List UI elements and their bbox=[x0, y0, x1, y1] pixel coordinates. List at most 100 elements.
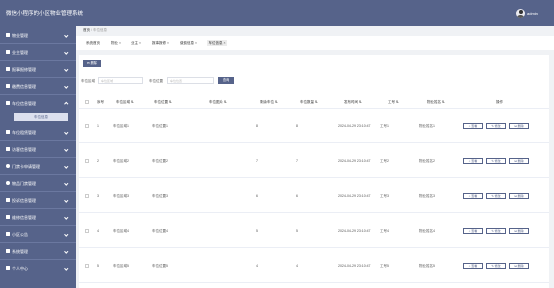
row-delete-button[interactable]: ⊟ 删除 bbox=[509, 193, 529, 199]
row-checkbox[interactable] bbox=[85, 264, 89, 268]
cell-position: 车位位置1 bbox=[152, 124, 168, 128]
parking-image bbox=[196, 179, 224, 205]
row-delete-button[interactable]: ⊟ 删除 bbox=[509, 123, 529, 129]
cell-total: 6 bbox=[296, 194, 298, 198]
tab-payment[interactable]: 缴费信息× bbox=[180, 40, 197, 46]
row-delete-button[interactable]: ⊟ 删除 bbox=[509, 158, 529, 164]
sidebar-item-parking[interactable]: 车位信息管理 bbox=[0, 98, 76, 108]
cell-name: 物业姓名3 bbox=[419, 194, 435, 198]
sidebar-item-profile[interactable]: 个人中心 bbox=[0, 263, 76, 273]
col-no: 序号 bbox=[97, 100, 104, 104]
view-button[interactable]: ⌕ 查看 bbox=[463, 228, 483, 234]
close-icon[interactable]: × bbox=[167, 41, 169, 45]
sidebar-item-system[interactable]: 系统管理 bbox=[0, 246, 76, 256]
chevron-down-icon bbox=[63, 32, 68, 37]
chevron-down-icon bbox=[63, 231, 68, 236]
edit-button[interactable]: ✎ 修改 bbox=[486, 193, 506, 199]
grid-icon bbox=[6, 84, 10, 88]
view-button[interactable]: ⌕ 查看 bbox=[463, 193, 483, 199]
table-row: 3 车位区域3 车位位置3 6 6 2024-04-29 23:10:47 工号… bbox=[79, 179, 549, 213]
tab-repair[interactable]: 报事报修× bbox=[152, 40, 169, 46]
avatar[interactable] bbox=[516, 9, 525, 18]
edit-button[interactable]: ✎ 修改 bbox=[486, 158, 506, 164]
row-delete-button[interactable]: ⊟ 删除 bbox=[509, 263, 529, 269]
cell-area: 车位区域1 bbox=[113, 124, 129, 128]
cell-job: 工号2 bbox=[380, 159, 389, 163]
sidebar-item-payment[interactable]: 缴费信息管理 bbox=[0, 81, 76, 91]
sidebar-item-complaint[interactable]: 投诉信息管理 bbox=[0, 195, 76, 205]
close-icon[interactable]: × bbox=[224, 41, 226, 45]
tab-property[interactable]: 物业× bbox=[111, 40, 121, 46]
select-all-checkbox[interactable] bbox=[85, 100, 89, 104]
sidebar-item-item-access[interactable]: 物品门禁管理 bbox=[0, 178, 76, 188]
cell-position: 车位位置2 bbox=[152, 159, 168, 163]
cell-job: 工号3 bbox=[380, 194, 389, 198]
col-image[interactable]: 车位图片 ⇅ bbox=[209, 100, 227, 105]
pin-icon bbox=[6, 181, 10, 185]
col-remain[interactable]: 剩余车位 ⇅ bbox=[260, 100, 278, 105]
cell-time: 2024-04-29 23:10:47 bbox=[338, 124, 371, 128]
close-icon[interactable]: × bbox=[139, 41, 141, 45]
person-icon bbox=[6, 198, 10, 202]
grid-icon bbox=[6, 266, 10, 270]
chevron-down-icon bbox=[63, 66, 68, 71]
sidebar-item-access-card[interactable]: 门禁卡申请管理 bbox=[0, 161, 76, 171]
sidebar-item-owner[interactable]: 业主管理 bbox=[0, 47, 76, 57]
breadcrumb-home[interactable]: 首页 bbox=[83, 28, 90, 32]
tab-home[interactable]: 系统首页 bbox=[86, 40, 100, 46]
close-icon[interactable]: × bbox=[195, 41, 197, 45]
username[interactable]: admin bbox=[527, 11, 538, 16]
tab-parking-info[interactable]: 车位信息× bbox=[207, 40, 228, 46]
sidebar-item-notice[interactable]: 小区公告 bbox=[0, 229, 76, 239]
cell-no: 5 bbox=[97, 264, 99, 268]
view-button[interactable]: ⌕ 查看 bbox=[463, 123, 483, 129]
cell-remain: 8 bbox=[256, 124, 258, 128]
edit-button[interactable]: ✎ 修改 bbox=[486, 263, 506, 269]
edit-icon: ✎ bbox=[491, 229, 494, 233]
view-button[interactable]: ⌕ 查看 bbox=[463, 263, 483, 269]
parking-image bbox=[196, 144, 224, 170]
sidebar-subitem-parking-info[interactable]: 车位信息 bbox=[14, 113, 68, 121]
trash-icon: ⊟ bbox=[514, 264, 517, 268]
cell-time: 2024-04-29 23:10:47 bbox=[338, 159, 371, 163]
col-area[interactable]: 车位区域 ⇅ bbox=[116, 100, 134, 105]
col-time[interactable]: 发布时间 ⇅ bbox=[344, 100, 362, 105]
row-checkbox[interactable] bbox=[85, 124, 89, 128]
view-button[interactable]: ⌕ 查看 bbox=[463, 158, 483, 164]
tab-bar: 系统首页 物业× 业主× 报事报修× 缴费信息× 车位信息× bbox=[76, 36, 554, 50]
cell-remain: 7 bbox=[256, 159, 258, 163]
sidebar: 物业管理 业主管理 报事报修管理 缴费信息管理 车位信息管理 车位信息 车位租赁… bbox=[0, 26, 76, 288]
search-area-input[interactable]: 车位区域 bbox=[98, 77, 143, 84]
query-button[interactable]: 查询 bbox=[218, 77, 234, 84]
grid-icon bbox=[6, 130, 10, 134]
edit-button[interactable]: ✎ 修改 bbox=[486, 123, 506, 129]
row-checkbox[interactable] bbox=[85, 194, 89, 198]
close-icon[interactable]: × bbox=[119, 41, 121, 45]
col-job[interactable]: 工号 ⇅ bbox=[388, 100, 399, 105]
trash-icon: ⊟ bbox=[514, 194, 517, 198]
sidebar-item-repair[interactable]: 报事报修管理 bbox=[0, 64, 76, 74]
delete-button[interactable]: ⊟ 删除 bbox=[83, 60, 101, 67]
col-name[interactable]: 物业姓名 ⇅ bbox=[427, 100, 445, 105]
tab-owner[interactable]: 业主× bbox=[131, 40, 141, 46]
cell-time: 2024-04-29 23:10:47 bbox=[338, 264, 371, 268]
edit-button[interactable]: ✎ 修改 bbox=[486, 228, 506, 234]
sidebar-item-property[interactable]: 物业管理 bbox=[0, 30, 76, 40]
col-total[interactable]: 车位数量 ⇅ bbox=[300, 100, 318, 105]
edit-icon: ✎ bbox=[491, 124, 494, 128]
cell-area: 车位区域2 bbox=[113, 159, 129, 163]
sidebar-footer bbox=[0, 279, 76, 288]
cell-position: 车位位置3 bbox=[152, 194, 168, 198]
row-checkbox[interactable] bbox=[85, 229, 89, 233]
col-position[interactable]: 车位位置 ⇅ bbox=[154, 100, 172, 105]
cell-no: 4 bbox=[97, 229, 99, 233]
search-position-input[interactable]: 车位位置 bbox=[167, 77, 214, 84]
row-delete-button[interactable]: ⊟ 删除 bbox=[509, 228, 529, 234]
map-pin-icon bbox=[6, 164, 10, 168]
cell-name: 物业姓名2 bbox=[419, 159, 435, 163]
sidebar-item-visitor[interactable]: 访客信息管理 bbox=[0, 144, 76, 154]
trash-icon: ⊟ bbox=[514, 229, 517, 233]
sidebar-item-parking-rent[interactable]: 车位租赁管理 bbox=[0, 127, 76, 137]
row-checkbox[interactable] bbox=[85, 159, 89, 163]
sidebar-item-maintenance[interactable]: 维修信息管理 bbox=[0, 212, 76, 222]
